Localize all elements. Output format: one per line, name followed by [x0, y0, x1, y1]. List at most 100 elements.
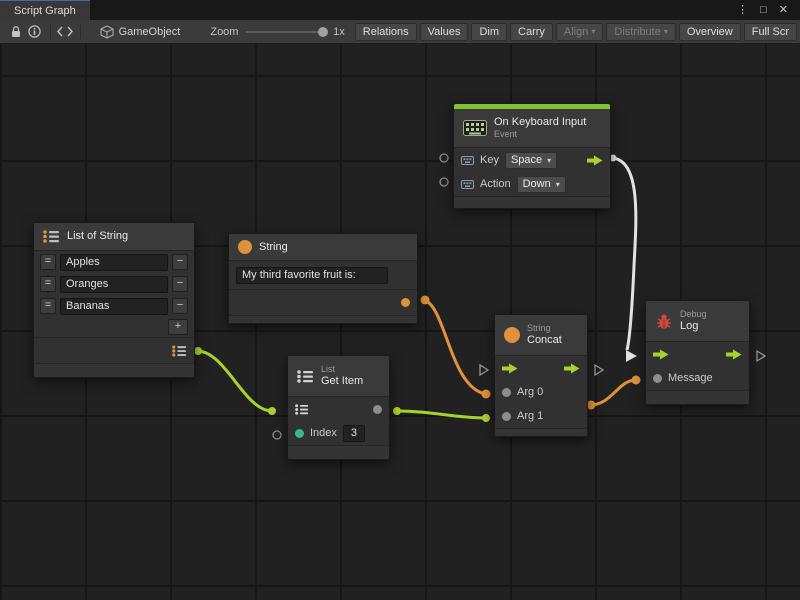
node-footer [288, 445, 389, 459]
action-dropdown[interactable]: Down ▾ [517, 176, 566, 193]
lock-icon[interactable] [6, 22, 25, 42]
string-output-port[interactable] [401, 298, 410, 307]
wire-endpoint[interactable] [632, 376, 641, 385]
index-row: Index 3 [288, 421, 389, 445]
node-subtitle: Event [494, 129, 586, 140]
index-field[interactable]: 3 [343, 425, 365, 442]
string-output-row [229, 289, 417, 315]
list-icon [297, 370, 314, 383]
string-value-field[interactable]: My third favorite fruit is: [236, 267, 388, 284]
list-item-field[interactable]: Oranges [60, 276, 168, 293]
node-concat[interactable]: String Concat Arg 0 Arg 1 [494, 314, 588, 437]
info-icon[interactable] [25, 22, 44, 42]
tab-label: Script Graph [14, 5, 76, 17]
drag-handle[interactable]: = [40, 254, 56, 270]
remove-item-button[interactable]: − [172, 254, 188, 270]
node-header: String [229, 234, 417, 261]
toolbar-button-carry[interactable]: Carry [510, 23, 553, 41]
chevron-down-icon: ▾ [664, 27, 668, 36]
stub-concat-flow-out[interactable] [595, 365, 603, 375]
arg1-label: Arg 1 [517, 410, 543, 422]
arg0-row: Arg 0 [495, 380, 587, 404]
stub-index-input[interactable] [273, 431, 281, 439]
flow-in-port[interactable] [653, 349, 669, 360]
flow-in-port[interactable] [502, 363, 518, 374]
toolbar-button-overview[interactable]: Overview [679, 23, 741, 41]
toolbar-button-dim[interactable]: Dim [471, 23, 507, 41]
node-get-item[interactable]: List Get Item Index 3 [287, 355, 390, 460]
drag-handle[interactable]: = [40, 298, 56, 314]
node-category: List [321, 364, 363, 375]
node-footer [454, 196, 610, 208]
node-header: List of String [34, 223, 194, 251]
list-item-field[interactable]: Apples [60, 254, 168, 271]
graph-canvas[interactable]: On Keyboard Input Event Key Space ▾ [0, 44, 800, 600]
stub-key-input[interactable] [440, 154, 448, 162]
message-input-port[interactable] [653, 374, 662, 383]
stub-concat-flow-in[interactable] [480, 365, 488, 375]
action-label: Action [480, 178, 511, 190]
wire-endpoint[interactable] [482, 390, 491, 399]
node-footer [495, 428, 587, 436]
string-icon [238, 240, 252, 254]
wire-endpoint[interactable] [421, 296, 430, 305]
keyboard-icon [463, 120, 487, 136]
toolbar-button-distribute[interactable]: Distribute▾ [606, 23, 675, 41]
node-footer [34, 363, 194, 377]
gameobject-label: GameObject [119, 26, 181, 38]
add-item-button[interactable]: + [168, 319, 188, 335]
chevron-down-icon: ▾ [547, 156, 551, 165]
window-menu-icon[interactable]: ⋮ [731, 0, 754, 20]
remove-item-button[interactable]: − [172, 298, 188, 314]
gameobject-selector[interactable]: GameObject [100, 25, 181, 39]
wire-string-to-concat[interactable] [424, 300, 486, 394]
wire-getitem-to-concat[interactable] [396, 411, 486, 418]
toolbar-button-values[interactable]: Values [420, 23, 469, 41]
node-debug-log[interactable]: Debug Log Message [645, 300, 750, 405]
node-string-literal[interactable]: String My third favorite fruit is: [228, 233, 418, 324]
arg0-label: Arg 0 [517, 386, 543, 398]
key-row: Key Space ▾ [454, 148, 610, 172]
toolbar-button-relations[interactable]: Relations [355, 23, 417, 41]
lock-glyph [10, 25, 22, 38]
node-header: On Keyboard Input Event [454, 109, 610, 148]
node-on-keyboard-input[interactable]: On Keyboard Input Event Key Space ▾ [453, 103, 611, 209]
zoom-slider-knob[interactable] [318, 27, 328, 37]
stub-log-flow-out[interactable] [757, 351, 765, 361]
wire-list-to-getitem[interactable] [197, 351, 272, 411]
toolbar-button-align[interactable]: Align▾ [556, 23, 603, 41]
node-list-of-string[interactable]: List of String = Apples − = Oranges − = … [33, 222, 195, 378]
drag-handle[interactable]: = [40, 276, 56, 292]
list-output-port[interactable] [172, 345, 187, 357]
node-title: On Keyboard Input [494, 116, 586, 129]
window-close-icon[interactable]: ✕ [773, 0, 794, 20]
list-input-port[interactable] [295, 404, 309, 415]
arg1-row: Arg 1 [495, 404, 587, 428]
toolbar-button-fullscreen[interactable]: Full Scr [744, 23, 797, 41]
wire-endpoint[interactable] [393, 407, 401, 415]
stub-action-input[interactable] [440, 178, 448, 186]
arg1-input-port[interactable] [502, 412, 511, 421]
window-maximize-icon[interactable]: □ [754, 0, 773, 20]
unity-script-graph-window: Script Graph ⋮ □ ✕ [0, 0, 800, 600]
index-input-port[interactable] [295, 429, 304, 438]
wire-endpoint[interactable] [194, 347, 202, 355]
flow-out-port[interactable] [726, 349, 742, 360]
code-icon[interactable] [55, 22, 74, 42]
flow-out-port[interactable] [564, 363, 580, 374]
tab-script-graph[interactable]: Script Graph [0, 0, 90, 20]
arg0-input-port[interactable] [502, 388, 511, 397]
wire-keyboard-to-log-flow[interactable] [612, 158, 636, 350]
list-item-row: = Apples − [34, 251, 194, 273]
list-item-field[interactable]: Bananas [60, 298, 168, 315]
remove-item-button[interactable]: − [172, 276, 188, 292]
zoom-slider[interactable] [246, 23, 327, 41]
code-glyph [57, 26, 73, 37]
wire-endpoint[interactable] [268, 407, 276, 415]
unity-cube-icon [100, 25, 114, 39]
wire-concat-to-log[interactable] [590, 380, 636, 405]
item-output-port[interactable] [373, 405, 382, 414]
flow-out-port[interactable] [587, 155, 603, 166]
key-dropdown[interactable]: Space ▾ [505, 152, 557, 169]
wire-endpoint[interactable] [482, 414, 490, 422]
